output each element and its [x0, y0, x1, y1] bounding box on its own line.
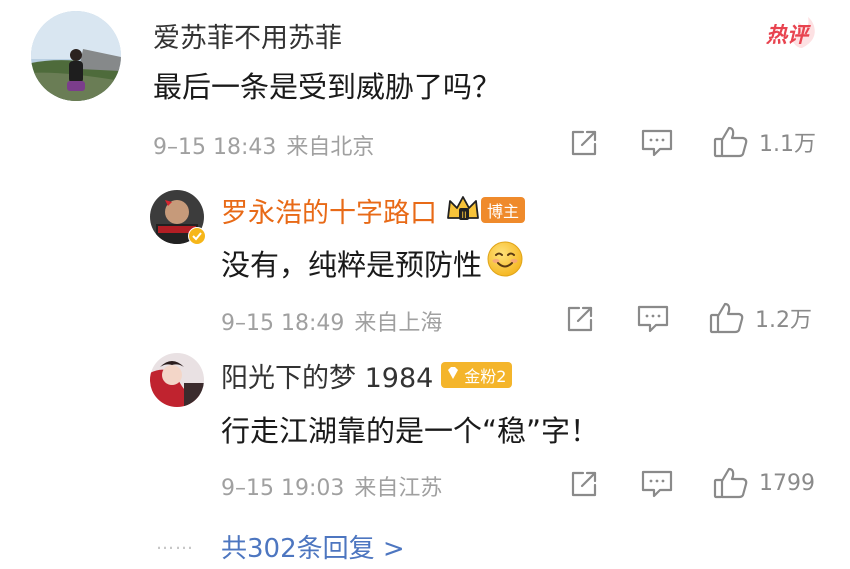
reply-time: 9–15 18:49 [221, 311, 345, 336]
share-icon[interactable] [568, 468, 600, 500]
thumbs-up-icon [713, 466, 749, 500]
comment-time: 9–15 18:43 [153, 135, 277, 160]
comment-username[interactable]: 爱苏菲不用苏菲 [153, 16, 342, 55]
reply-header: 阳光下的梦 1984 金粉2 [221, 356, 513, 395]
like-button[interactable]: 1799 [713, 465, 815, 501]
like-count: 1.2万 [755, 308, 812, 333]
reply-text-body: 没有，纯粹是预防性 [221, 247, 483, 282]
hot-comment-tag: 热评 [762, 16, 820, 50]
reply-text: 行走江湖靠的是一个“稳”字！ [221, 414, 600, 448]
avatar[interactable] [31, 11, 121, 101]
share-icon[interactable] [568, 127, 600, 159]
like-button[interactable]: 1.2万 [709, 300, 812, 336]
crown-icon: II [445, 194, 481, 226]
thumbs-up-icon [709, 301, 745, 335]
comment-icon[interactable] [640, 127, 674, 159]
avatar-photo [31, 11, 121, 101]
like-count: 1.1万 [759, 132, 816, 157]
fan-badge: 金粉2 [441, 362, 513, 388]
share-icon[interactable] [564, 303, 596, 335]
reply-text: 没有，纯粹是预防性 [221, 240, 524, 285]
comment-text: 最后一条是受到威胁了吗？ [153, 70, 502, 104]
reply-header: 罗永浩的十字路口 II 博主 [221, 191, 526, 230]
svg-text:II: II [461, 211, 466, 221]
fan-badge-label: 金粉2 [464, 367, 507, 386]
reply-meta: 9–15 18:49 来自上海 [221, 305, 442, 337]
smile-emoji-icon [486, 240, 524, 285]
diamond-icon [445, 365, 461, 385]
avatar-photo [150, 353, 204, 407]
comment-icon[interactable] [640, 468, 674, 500]
like-count: 1799 [759, 470, 815, 496]
reply-username[interactable]: 罗永浩的十字路口 [221, 191, 437, 230]
thumbs-up-icon [713, 125, 749, 159]
view-more-replies-link[interactable]: 共302条回复 > [221, 528, 405, 565]
comment-meta: 9–15 18:43 来自北京 [153, 129, 374, 161]
reply-location: 来自上海 [354, 311, 443, 336]
verified-icon [188, 227, 206, 249]
separator-dots: …… [156, 533, 194, 554]
like-button[interactable]: 1.1万 [713, 124, 816, 160]
reply-time: 9–15 19:03 [221, 476, 345, 501]
reply-meta: 9–15 19:03 来自江苏 [221, 470, 442, 502]
author-badge: 博主 [481, 197, 526, 223]
comment-location: 来自北京 [286, 135, 375, 160]
comment-icon[interactable] [636, 303, 670, 335]
hot-comment-label: 热评 [766, 23, 808, 47]
avatar[interactable] [150, 353, 204, 407]
reply-username[interactable]: 阳光下的梦 1984 [221, 356, 433, 395]
reply-location: 来自江苏 [354, 476, 443, 501]
